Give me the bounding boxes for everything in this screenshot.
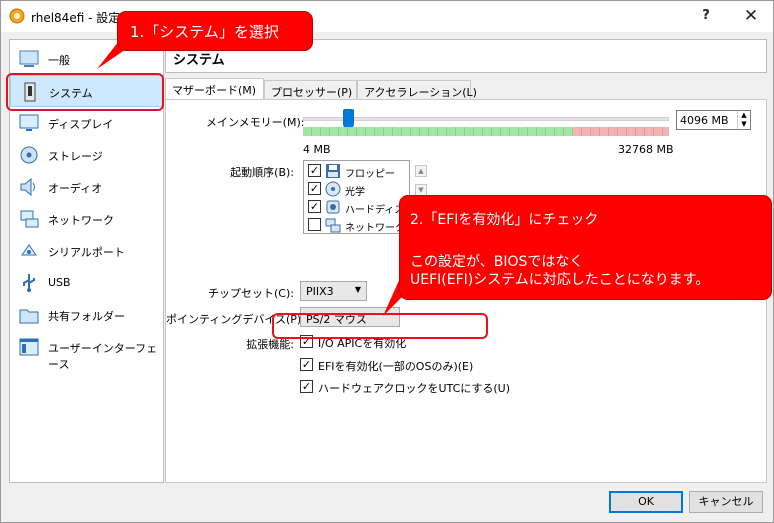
boot-item-floppy[interactable]: ✓ フロッピー [304, 162, 409, 180]
memory-safe-range [303, 127, 573, 136]
sidebar-item-label: USB [48, 276, 71, 289]
step2-callout: 2.「EFIを有効化」にチェック この設定が、BIOSではなく UEFI(EFI… [399, 195, 772, 300]
step2-callout-line1: この設定が、BIOSではなく [410, 254, 584, 270]
chipset-label: チップセット(C): [208, 287, 294, 300]
tab-motherboard[interactable]: マザーボード(M) [165, 78, 264, 101]
sidebar-item-usb[interactable]: USB [10, 267, 163, 299]
step1-callout-text: 1.「システム」を選択 [130, 23, 279, 41]
boot-item-network[interactable]: ネットワーク [304, 216, 409, 234]
step2-callout-line2: UEFI(EFI)システムに対応したことになります。 [410, 272, 710, 288]
sidebar-item-display[interactable]: ディスプレイ [10, 107, 163, 139]
cancel-button[interactable]: キャンセル [689, 491, 763, 513]
step1-callout: 1.「システム」を選択 [117, 11, 313, 51]
floppy-icon [326, 164, 340, 178]
shared-folder-icon [19, 309, 39, 324]
boot-order-label: 起動順序(B): [230, 166, 294, 179]
spin-arrows-icon[interactable]: ▲ ▼ [737, 111, 750, 129]
help-button[interactable]: ? [695, 5, 717, 27]
efi-label: EFIを有効化(一部のOSのみ)(E) [318, 360, 474, 373]
ok-button[interactable]: OK [609, 491, 683, 513]
boot-item-label: フロッピー [345, 169, 395, 180]
sidebar-item-label: ディスプレイ [48, 118, 114, 131]
storage-icon [20, 146, 38, 164]
tab-acceleration[interactable]: アクセラレーション(L) [357, 80, 477, 100]
memory-min-label: 4 MB [303, 143, 331, 156]
network-boot-icon [325, 218, 341, 233]
hard-disk-icon [326, 200, 340, 214]
window-title: rhel84efi - 設定 [31, 11, 121, 25]
move-up-icon[interactable]: ▲ [415, 165, 427, 177]
tab-processor[interactable]: プロセッサー(P) [264, 80, 357, 100]
sidebar-item-user-interface[interactable]: ユーザーインターフェース [10, 331, 163, 371]
optical-disc-icon [325, 181, 341, 197]
user-interface-icon [19, 338, 39, 356]
sidebar-item-label: ユーザーインターフェース [48, 342, 158, 371]
boot-optical-checkbox[interactable]: ✓ [308, 182, 321, 195]
memory-value: 4096 MB [680, 114, 729, 127]
sidebar-item-network[interactable]: ネットワーク [10, 203, 163, 235]
sidebar-item-label: ストレージ [48, 150, 103, 163]
network-icon [20, 210, 39, 228]
sidebar-item-label: 一般 [48, 54, 70, 67]
boot-floppy-checkbox[interactable]: ✓ [308, 164, 321, 177]
display-icon [19, 114, 39, 131]
chevron-down-icon: ▼ [354, 285, 361, 294]
system-highlight-box [6, 73, 164, 111]
sidebar-item-label: 共有フォルダー [48, 310, 125, 323]
sidebar-item-serial-port[interactable]: シリアルポート [10, 235, 163, 267]
sidebar-item-audio[interactable]: オーディオ [10, 171, 163, 203]
memory-label: メインメモリー(M): [206, 116, 305, 129]
step2-callout-title: 2.「EFIを有効化」にチェック [410, 212, 599, 228]
efi-checkbox[interactable]: ✓ [300, 358, 313, 371]
memory-slider-thumb[interactable] [343, 109, 355, 129]
general-icon [19, 50, 39, 67]
memory-slider-track[interactable] [303, 117, 669, 121]
boot-order-list[interactable]: ✓ フロッピー ✓ 光学 ✓ ハードディスク ネットワーク [303, 160, 410, 234]
boot-network-checkbox[interactable] [308, 218, 321, 231]
sidebar-item-label: オーディオ [48, 182, 103, 195]
memory-slider-scale [303, 127, 669, 136]
boot-item-optical[interactable]: ✓ 光学 [304, 180, 409, 198]
settings-window: rhel84efi - 設定 ? ✕ 一般 システム ディスプレイ ストレージ … [0, 0, 774, 523]
sidebar-item-label: ネットワーク [48, 214, 114, 227]
sidebar-item-shared-folders[interactable]: 共有フォルダー [10, 299, 163, 331]
boot-item-label: ネットワーク [345, 223, 405, 234]
sidebar-item-storage[interactable]: ストレージ [10, 139, 163, 171]
serial-port-icon [21, 244, 37, 256]
memory-max-label: 32768 MB [618, 143, 674, 156]
utc-checkbox[interactable]: ✓ [300, 380, 313, 393]
boot-item-hard-disk[interactable]: ✓ ハードディスク [304, 198, 409, 216]
page-title: システム [173, 53, 225, 68]
memory-spinbox[interactable]: 4096 MB ▲ ▼ [676, 110, 751, 130]
usb-icon [23, 274, 35, 292]
boot-hard-disk-checkbox[interactable]: ✓ [308, 200, 321, 213]
virtualbox-app-icon [9, 8, 25, 24]
chipset-value: PIIX3 [306, 285, 334, 298]
audio-icon [20, 177, 35, 197]
chipset-select[interactable]: PIIX3 ▼ [300, 281, 367, 301]
sidebar-item-label: シリアルポート [48, 246, 125, 259]
utc-label: ハードウェアクロックをUTCにする(U) [318, 382, 510, 395]
boot-item-label: 光学 [345, 187, 365, 198]
close-button[interactable]: ✕ [740, 5, 762, 27]
memory-unsafe-range [573, 127, 669, 136]
